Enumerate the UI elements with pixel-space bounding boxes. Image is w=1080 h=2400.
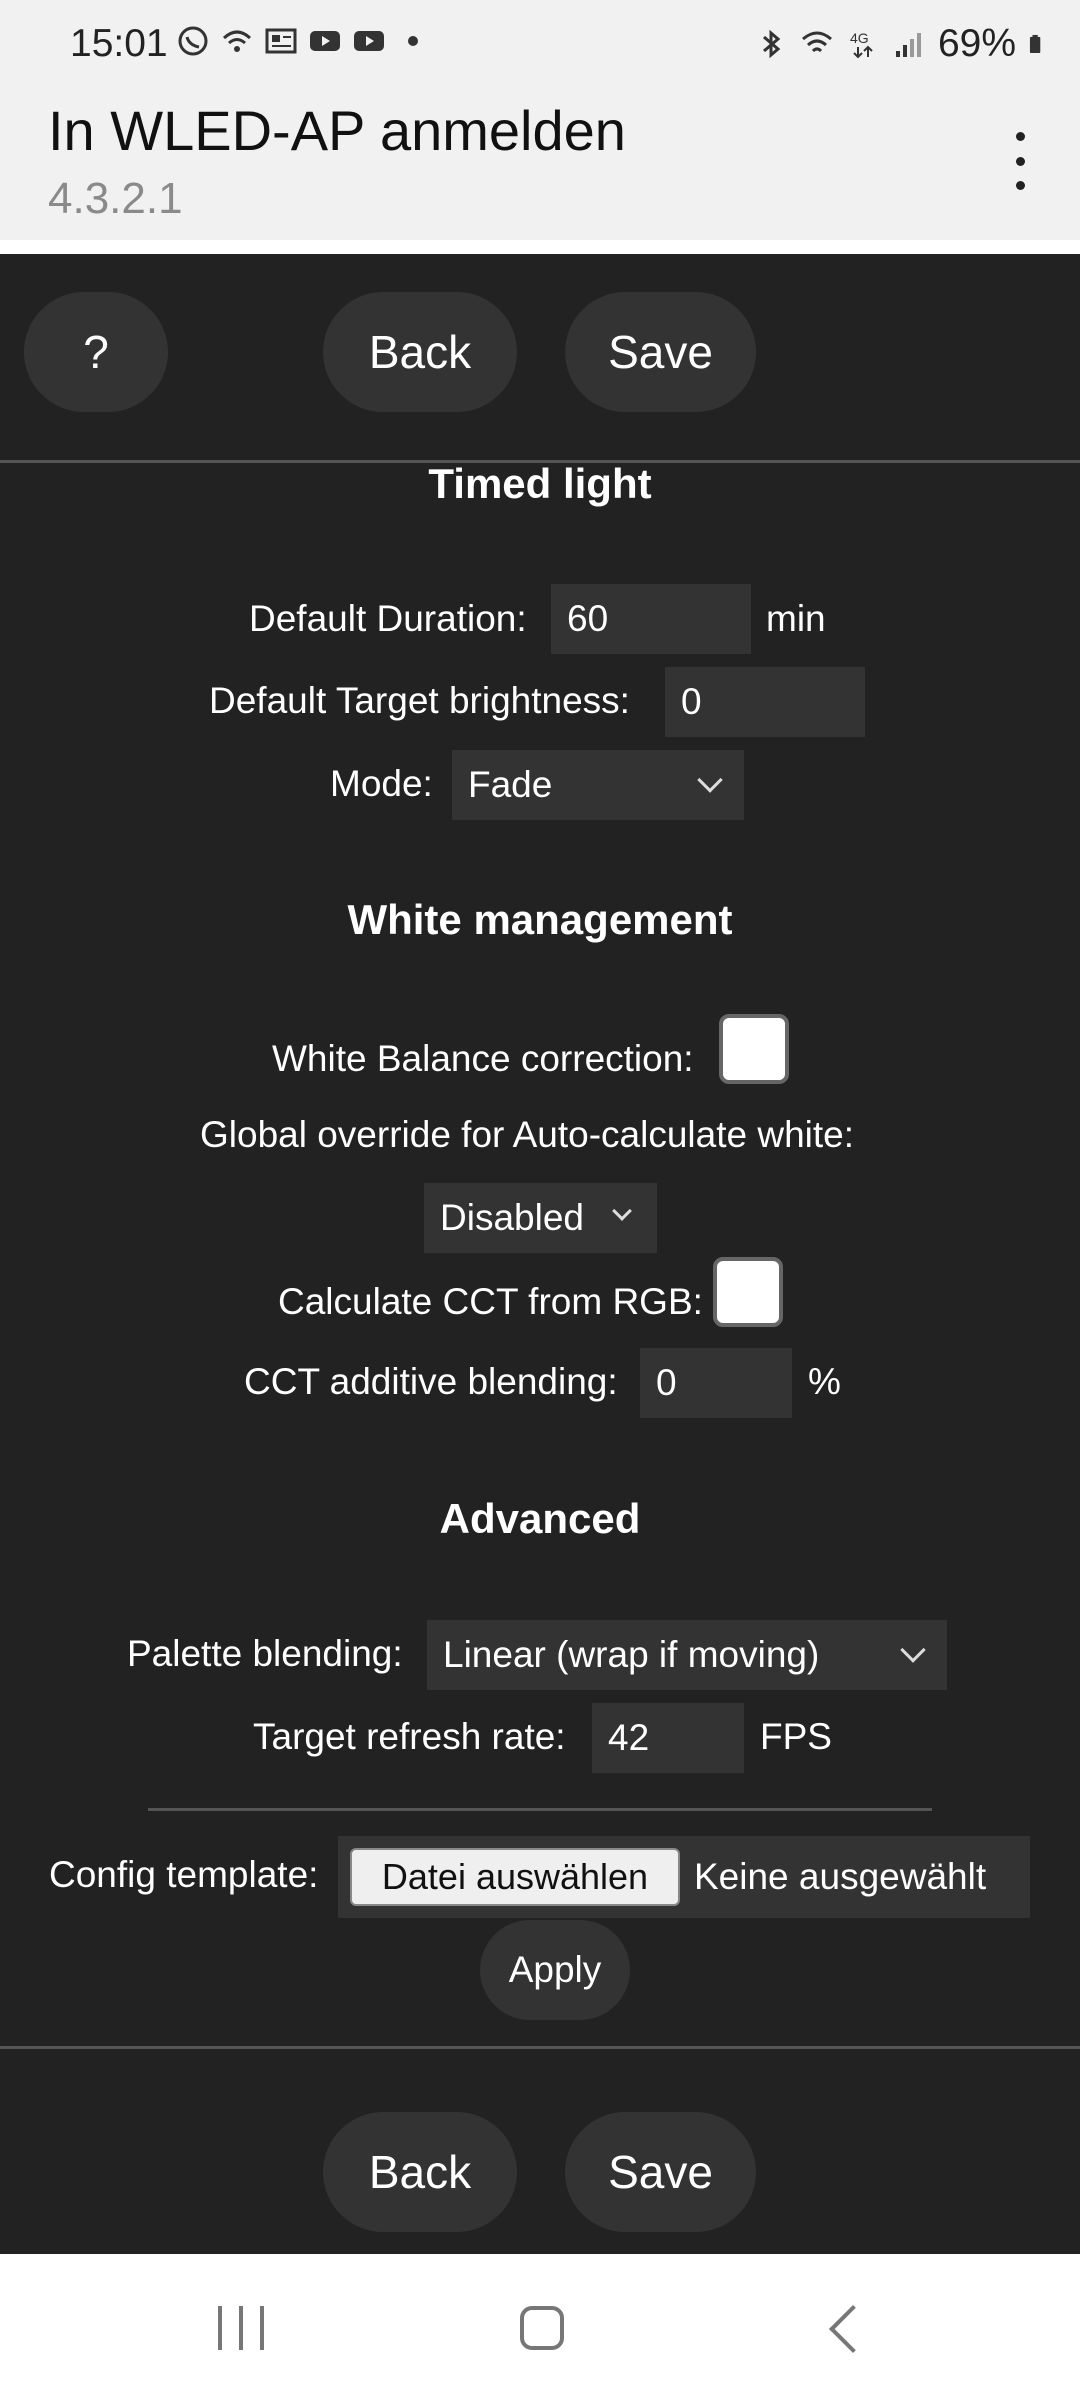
back-button-bottom[interactable]: Back [323, 2112, 517, 2232]
palette-blending-select-value: Linear (wrap if moving) [443, 1634, 820, 1675]
whatsapp-icon [178, 26, 208, 56]
youtube-icon [354, 31, 384, 51]
bottom-divider [0, 2046, 1080, 2049]
no-file-selected-text: Keine ausgewählt [694, 1856, 987, 1897]
back-icon[interactable] [828, 2304, 878, 2354]
svg-text:4G: 4G [850, 30, 869, 46]
wifi-icon [801, 31, 832, 53]
save-button-bottom[interactable]: Save [565, 2112, 756, 2232]
default-duration-unit: min [766, 598, 826, 639]
more-notifications-dot-icon [408, 36, 418, 46]
page-title: In WLED-AP anmelden [48, 99, 626, 162]
more-options-icon[interactable] [1000, 126, 1040, 196]
help-button[interactable]: ? [24, 292, 168, 412]
config-template-label: Config template: [49, 1854, 319, 1895]
status-bar: 15:01 4G 69% [0, 0, 1080, 90]
status-time: 15:01 [70, 22, 168, 65]
refresh-rate-label: Target refresh rate: [253, 1716, 566, 1757]
cct-from-rgb-checkbox[interactable] [713, 1257, 783, 1327]
timed-light-heading: Timed light [428, 460, 652, 507]
palette-blending-label: Palette blending: [127, 1633, 403, 1674]
bluetooth-icon [762, 29, 781, 59]
white-balance-label: White Balance correction: [272, 1038, 694, 1079]
mode-select-value: Fade [468, 764, 553, 805]
config-template-file-input[interactable]: Datei auswählen Keine ausgewählt [338, 1836, 1030, 1918]
youtube-icon [310, 31, 340, 51]
refresh-rate-unit: FPS [760, 1716, 832, 1757]
palette-blending-select[interactable]: Linear (wrap if moving) [427, 1620, 947, 1690]
white-management-heading: White management [347, 896, 733, 943]
auto-white-select-value: Disabled [440, 1197, 584, 1238]
recent-apps-icon[interactable] [218, 2306, 264, 2350]
cct-blending-label: CCT additive blending: [244, 1361, 618, 1402]
news-icon [265, 28, 297, 54]
mode-label: Mode: [330, 763, 433, 804]
page-subtitle-ip: 4.3.2.1 [48, 174, 183, 223]
save-button-top[interactable]: Save [565, 292, 756, 412]
default-duration-label: Default Duration: [249, 598, 527, 639]
system-icons: 4G 69% [754, 22, 1050, 66]
cct-blending-input[interactable]: 0 [640, 1348, 792, 1418]
target-brightness-label: Default Target brightness: [209, 680, 630, 721]
system-nav-bar [0, 2254, 1080, 2400]
auto-white-label: Global override for Auto-calculate white… [200, 1114, 855, 1155]
white-balance-checkbox[interactable] [719, 1014, 789, 1084]
back-button-top[interactable]: Back [323, 292, 517, 412]
battery-percentage: 69% [937, 22, 1016, 65]
default-duration-input[interactable]: 60 [551, 584, 751, 654]
app-bar: In WLED-AP anmelden 4.3.2.1 [0, 90, 1080, 240]
refresh-rate-input[interactable]: 42 [592, 1703, 744, 1773]
battery-icon [1029, 34, 1041, 54]
notification-icons [176, 24, 418, 58]
mobile-data-4g-icon: 4G [850, 30, 873, 59]
choose-file-button[interactable]: Datei auswählen [350, 1848, 680, 1906]
cct-from-rgb-label: Calculate CCT from RGB: [278, 1281, 703, 1322]
cct-blending-unit: % [808, 1361, 841, 1402]
settings-page: ? Back Save Timed light Default Duration… [0, 254, 1080, 2254]
apply-button[interactable]: Apply [480, 1920, 630, 2020]
mode-select[interactable]: Fade [452, 750, 744, 820]
target-brightness-input[interactable]: 0 [665, 667, 865, 737]
home-icon[interactable] [520, 2306, 564, 2350]
advanced-heading: Advanced [439, 1495, 641, 1542]
wifi-call-icon [222, 30, 252, 52]
advanced-divider [148, 1808, 932, 1811]
app-bar-divider [0, 240, 1080, 254]
signal-icon [895, 33, 921, 57]
